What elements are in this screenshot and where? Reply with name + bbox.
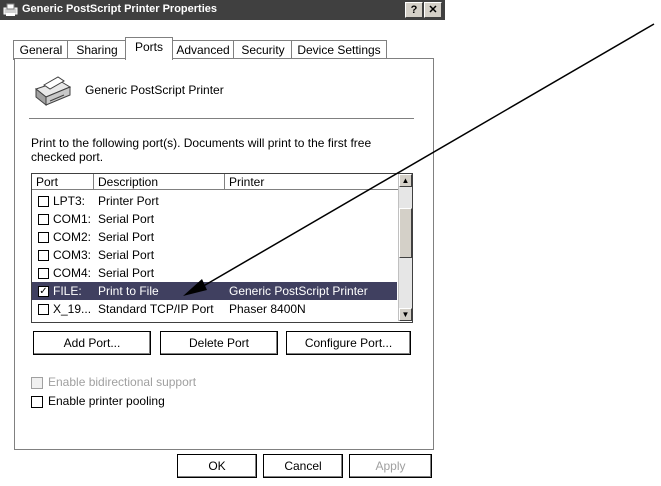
annotation-arrow	[183, 23, 655, 296]
arrow-head	[183, 279, 207, 296]
tab-ports[interactable]: Ports	[125, 37, 173, 60]
arrow-line	[199, 23, 655, 289]
